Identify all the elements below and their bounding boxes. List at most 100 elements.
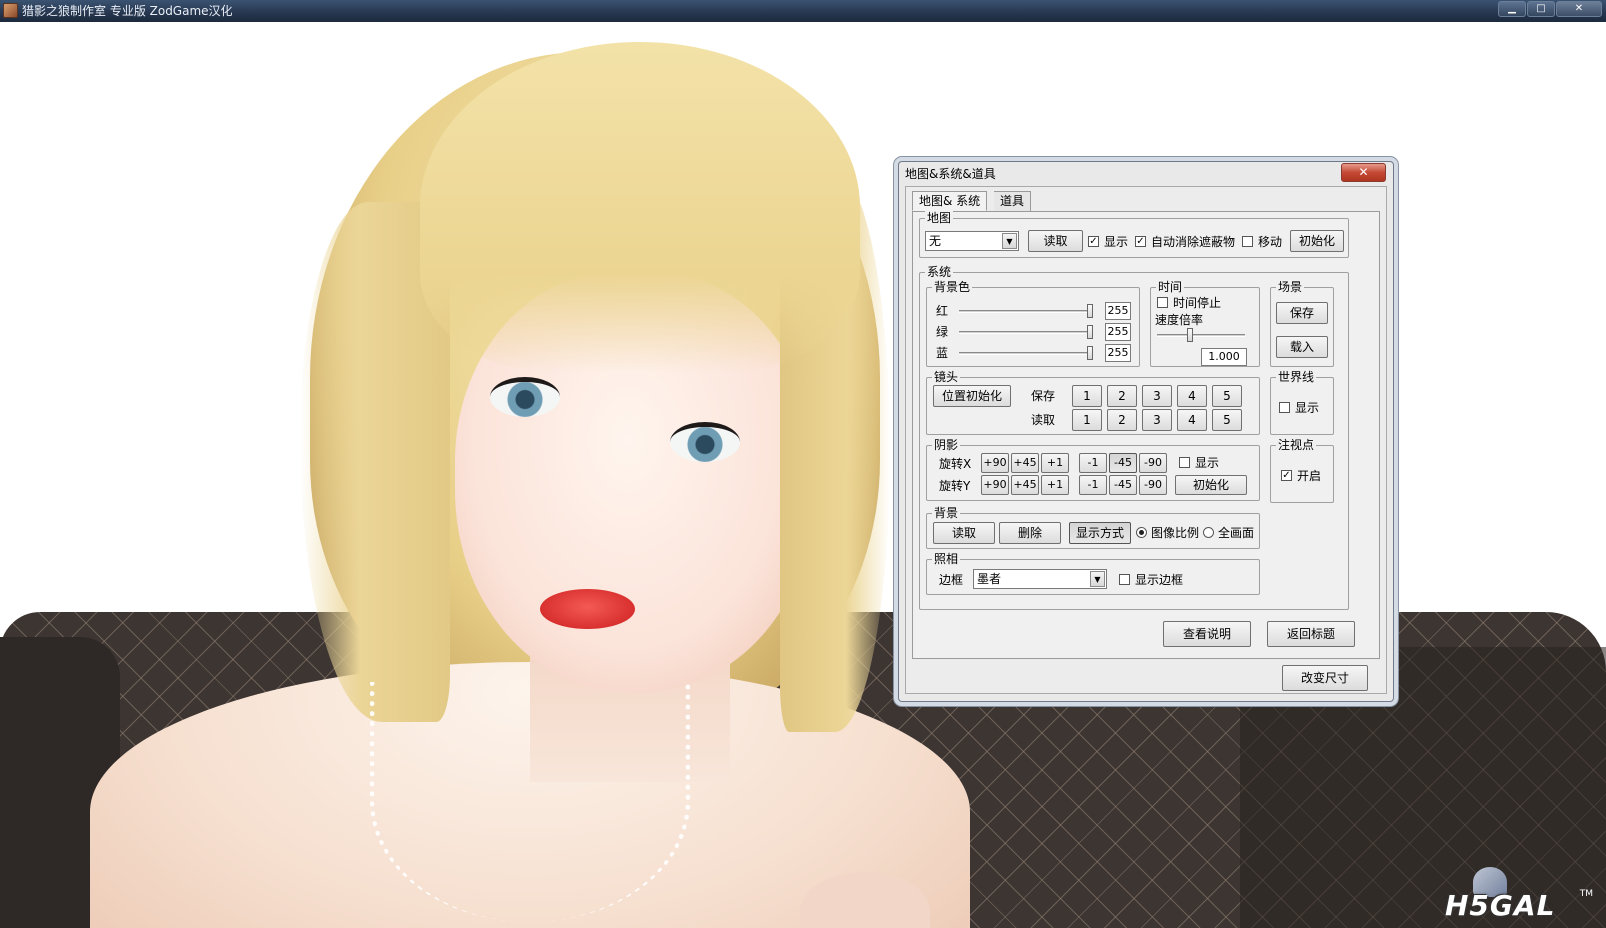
camera-read-slot-4[interactable]: 4 — [1177, 409, 1207, 431]
scene-load-button[interactable]: 载入 — [1276, 336, 1328, 358]
show-frame-label: 显示边框 — [1135, 573, 1184, 587]
blue-slider[interactable] — [959, 352, 1093, 355]
fullscreen-label: 全画面 — [1218, 526, 1255, 540]
worldline-show-checkbox[interactable] — [1279, 402, 1290, 413]
chevron-down-icon[interactable]: ▼ — [1090, 571, 1105, 587]
bg-color-label: 背景色 — [932, 280, 973, 294]
scene-group: 场景 保存 载入 — [1270, 280, 1334, 367]
help-button[interactable]: 查看说明 — [1163, 621, 1251, 647]
tab-panel-map-system: 地图 无 ▼ 读取 ✓ 显示 ✓ 自动消除遮蔽物 移动 初始化 系统 背景色 红… — [912, 211, 1380, 659]
chevron-down-icon[interactable]: ▼ — [1002, 233, 1017, 249]
camera-read-slot-1[interactable]: 1 — [1072, 409, 1102, 431]
rot-x-minus1-button[interactable]: -1 — [1079, 453, 1107, 473]
time-group: 时间 时间停止 速度倍率 1.000 — [1150, 280, 1260, 367]
camera-save-slot-3[interactable]: 3 — [1142, 385, 1172, 407]
camera-save-slot-5[interactable]: 5 — [1212, 385, 1242, 407]
map-group: 地图 无 ▼ 读取 ✓ 显示 ✓ 自动消除遮蔽物 移动 初始化 — [919, 211, 1349, 258]
shadow-show-checkbox[interactable] — [1179, 457, 1190, 468]
camera-reset-button[interactable]: 位置初始化 — [933, 385, 1011, 407]
fullscreen-radio[interactable] — [1203, 527, 1214, 538]
camera-save-label: 保存 — [1031, 389, 1056, 403]
rot-y-minus90-button[interactable]: -90 — [1139, 475, 1167, 495]
camera-save-slot-4[interactable]: 4 — [1177, 385, 1207, 407]
rot-y-minus1-button[interactable]: -1 — [1079, 475, 1107, 495]
rot-x-label: 旋转X — [939, 457, 972, 471]
gaze-on-label: 开启 — [1297, 469, 1322, 483]
red-value[interactable]: 255 — [1105, 302, 1131, 320]
shadow-label: 阴影 — [932, 438, 961, 452]
rot-x-plus45-button[interactable]: +45 — [1011, 453, 1039, 473]
resize-button[interactable]: 改变尺寸 — [1282, 665, 1368, 691]
frame-select[interactable]: 墨者 ▼ — [973, 569, 1107, 589]
blue-slider-thumb[interactable] — [1087, 346, 1093, 360]
tab-map-system[interactable]: 地图& 系统 — [912, 191, 988, 211]
map-read-button[interactable]: 读取 — [1028, 230, 1083, 252]
camera-save-slot-2[interactable]: 2 — [1107, 385, 1137, 407]
map-select[interactable]: 无 ▼ — [925, 231, 1019, 251]
rot-x-minus45-button[interactable]: -45 — [1109, 453, 1137, 473]
tab-props[interactable]: 道具 — [994, 191, 1032, 211]
worldline-show-label: 显示 — [1295, 401, 1320, 415]
minimize-button[interactable]: ▁ — [1498, 1, 1526, 17]
close-button[interactable]: ✕ — [1556, 1, 1602, 17]
shadow-init-button[interactable]: 初始化 — [1175, 475, 1247, 495]
maximize-icon: □ — [1536, 3, 1546, 14]
map-group-label: 地图 — [925, 211, 954, 225]
green-value[interactable]: 255 — [1105, 323, 1131, 341]
blue-value[interactable]: 255 — [1105, 344, 1131, 362]
rot-y-plus1-button[interactable]: +1 — [1041, 475, 1069, 495]
green-label: 绿 — [936, 325, 949, 339]
h5gal-watermark: H5GAL TM — [1445, 867, 1595, 922]
system-group: 系统 背景色 红 255 绿 255 蓝 255 时间 时间停止 速度倍率 1.… — [919, 265, 1349, 610]
background-label: 背景 — [932, 506, 961, 520]
map-show-label: 显示 — [1104, 235, 1129, 249]
time-stop-checkbox[interactable] — [1157, 297, 1168, 308]
red-slider-thumb[interactable] — [1087, 304, 1093, 318]
green-slider-thumb[interactable] — [1087, 325, 1093, 339]
dialog-title: 地图&系统&道具 — [905, 167, 996, 181]
rot-y-minus45-button[interactable]: -45 — [1109, 475, 1137, 495]
back-to-title-button[interactable]: 返回标题 — [1267, 621, 1355, 647]
map-show-checkbox[interactable]: ✓ — [1088, 236, 1099, 247]
scene-label: 场景 — [1276, 280, 1305, 294]
rot-x-plus1-button[interactable]: +1 — [1041, 453, 1069, 473]
background-delete-button[interactable]: 删除 — [999, 522, 1061, 544]
show-frame-checkbox[interactable] — [1119, 574, 1130, 585]
camera-read-slot-2[interactable]: 2 — [1107, 409, 1137, 431]
gaze-label: 注视点 — [1276, 438, 1317, 452]
rot-y-plus90-button[interactable]: +90 — [981, 475, 1009, 495]
maximize-button[interactable]: □ — [1527, 1, 1555, 17]
background-group: 背景 读取 删除 显示方式 图像比例 全画面 — [926, 506, 1260, 549]
dialog-client: 地图& 系统 道具 地图 无 ▼ 读取 ✓ 显示 ✓ 自动消除遮蔽物 移动 初始… — [905, 186, 1387, 694]
frame-label: 边框 — [939, 573, 964, 587]
rot-y-plus45-button[interactable]: +45 — [1011, 475, 1039, 495]
background-display-mode-button[interactable]: 显示方式 — [1069, 522, 1131, 544]
rot-x-plus90-button[interactable]: +90 — [981, 453, 1009, 473]
map-auto-remove-checkbox[interactable]: ✓ — [1135, 236, 1146, 247]
red-slider[interactable] — [959, 310, 1093, 313]
camera-save-slot-1[interactable]: 1 — [1072, 385, 1102, 407]
character-eye-right — [670, 422, 740, 462]
close-icon: ✕ — [1574, 3, 1584, 14]
gaze-on-checkbox[interactable]: ✓ — [1281, 470, 1292, 481]
dialog-close-button[interactable]: ✕ — [1341, 163, 1386, 182]
red-label: 红 — [936, 304, 949, 318]
close-icon: ✕ — [1358, 165, 1369, 179]
scene-save-button[interactable]: 保存 — [1276, 302, 1328, 324]
aspect-radio[interactable] — [1136, 527, 1147, 538]
camera-read-slot-3[interactable]: 3 — [1142, 409, 1172, 431]
rot-x-minus90-button[interactable]: -90 — [1139, 453, 1167, 473]
speed-slider[interactable] — [1157, 334, 1245, 337]
camera-label: 镜头 — [932, 370, 961, 384]
green-slider[interactable] — [959, 331, 1093, 334]
map-move-checkbox[interactable] — [1242, 236, 1253, 247]
camera-read-slot-5[interactable]: 5 — [1212, 409, 1242, 431]
background-read-button[interactable]: 读取 — [933, 522, 995, 544]
shadow-group: 阴影 旋转X 旋转Y +90 +45 +1 -1 -45 -90 显示 +90 … — [926, 438, 1260, 501]
character-hair-bangs — [420, 42, 860, 372]
speed-value[interactable]: 1.000 — [1201, 348, 1247, 366]
worldline-group: 世界线 显示 — [1270, 370, 1334, 435]
minimize-icon: ▁ — [1508, 3, 1516, 14]
map-init-button[interactable]: 初始化 — [1290, 230, 1344, 252]
speed-slider-thumb[interactable] — [1187, 328, 1193, 342]
